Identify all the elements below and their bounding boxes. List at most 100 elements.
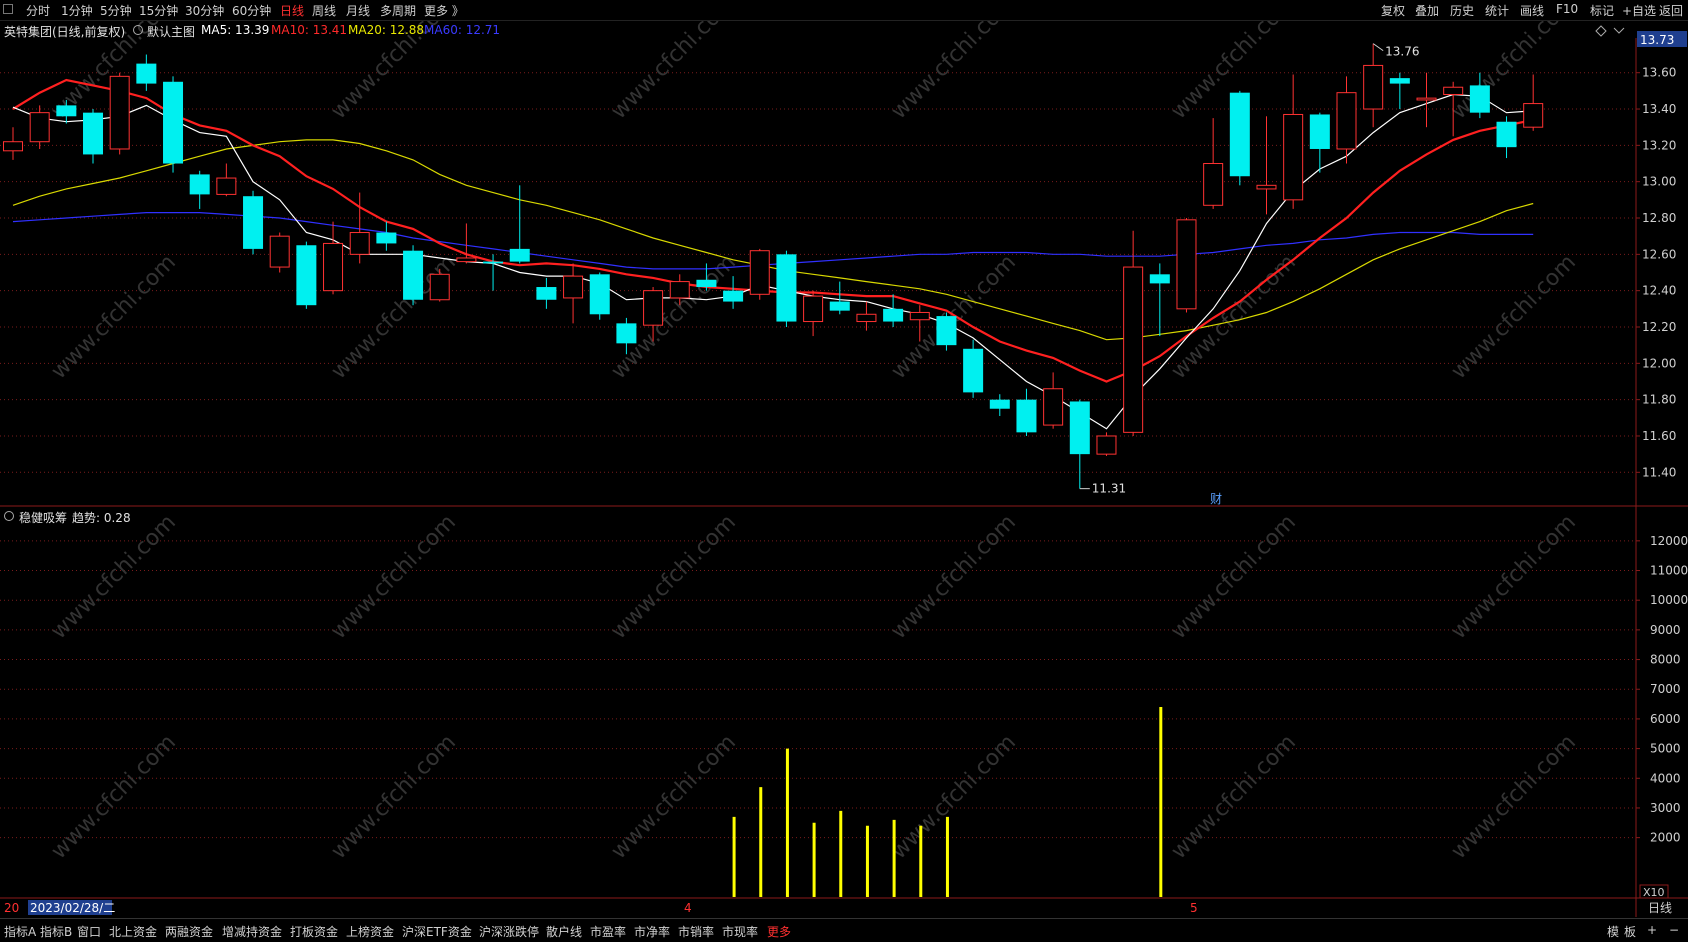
candle-body-down[interactable] <box>1149 274 1170 284</box>
overlay-button[interactable]: 叠加 <box>1415 2 1439 19</box>
tab-daily[interactable]: 日线 <box>280 2 304 19</box>
stats-button[interactable]: 统计 <box>1485 2 1509 19</box>
candle-body-up[interactable] <box>669 281 690 299</box>
candle-body-down[interactable] <box>1016 399 1037 433</box>
tab-window[interactable]: 窗口 <box>77 923 101 940</box>
draw-line-button[interactable]: 画线 <box>1520 2 1544 19</box>
main-indicator-name[interactable]: 默认主图 <box>147 23 195 40</box>
tab-pe[interactable]: 市盈率 <box>590 923 626 940</box>
candle-body-up[interactable] <box>563 275 584 299</box>
tab-multi-period[interactable]: 多周期 <box>380 2 416 19</box>
candle-body-up[interactable] <box>1416 97 1437 101</box>
candle-body-down[interactable] <box>776 254 797 322</box>
candle-body-down[interactable] <box>509 248 530 262</box>
tab-list-funds[interactable]: 上榜资金 <box>346 923 394 940</box>
candle-body-down[interactable] <box>1496 121 1517 148</box>
tab-monthly[interactable]: 月线 <box>346 2 370 19</box>
menu-icon[interactable] <box>3 4 13 14</box>
candle-body-up[interactable] <box>29 112 50 143</box>
f10-button[interactable]: F10 <box>1556 2 1578 16</box>
tab-northbound[interactable]: 北上资金 <box>109 923 157 940</box>
tab-pcf[interactable]: 市现率 <box>722 923 758 940</box>
candle-body-down[interactable] <box>376 232 397 244</box>
candle-body-down[interactable] <box>1389 78 1410 84</box>
indicator-dropdown-icon[interactable] <box>133 25 143 35</box>
tab-limit-up-funds[interactable]: 打板资金 <box>290 923 338 940</box>
candle-body-up[interactable] <box>456 257 477 263</box>
tab-retail-line[interactable]: 散户线 <box>546 923 582 940</box>
candle-body-up[interactable] <box>3 141 23 152</box>
tab-holdings-change[interactable]: 增减持资金 <box>222 923 282 940</box>
candle-body-up[interactable] <box>749 250 770 295</box>
candle-body-down[interactable] <box>616 323 637 344</box>
sub-indicator-name[interactable]: 稳健吸筹 <box>19 509 67 526</box>
history-button[interactable]: 历史 <box>1450 2 1474 19</box>
candle-body-up[interactable] <box>1336 92 1357 150</box>
tab-etf-funds[interactable]: 沪深ETF资金 <box>402 923 472 940</box>
tab-5min[interactable]: 5分钟 <box>100 2 132 19</box>
tab-15min[interactable]: 15分钟 <box>139 2 178 19</box>
candle-body-up[interactable] <box>1123 266 1144 433</box>
candle-body-down[interactable] <box>163 81 184 164</box>
candle-body-up[interactable] <box>323 242 344 292</box>
candle-body-up[interactable] <box>1203 163 1224 206</box>
candle-body-down[interactable] <box>296 245 317 306</box>
candle-body-up[interactable] <box>1363 64 1384 110</box>
candle-body-down[interactable] <box>936 316 957 346</box>
candle-body-up[interactable] <box>269 235 290 268</box>
fuquan-button[interactable]: 复权 <box>1381 2 1405 19</box>
candle-body-up[interactable] <box>803 295 824 323</box>
tab-limit-stats[interactable]: 沪深涨跌停 <box>479 923 539 940</box>
zoom-in-button[interactable]: + <box>1647 923 1657 937</box>
candle-body-up[interactable] <box>216 177 237 195</box>
tab-fenshi[interactable]: 分时 <box>26 2 50 19</box>
sub-dropdown-icon[interactable] <box>4 511 14 521</box>
zoom-out-button[interactable]: − <box>1669 923 1679 937</box>
tab-more[interactable]: 更多 》 <box>424 2 464 19</box>
candle-body-up[interactable] <box>109 75 130 150</box>
candle-body-down[interactable] <box>1229 92 1250 177</box>
candle-body-down[interactable] <box>829 301 850 311</box>
candle-body-down[interactable] <box>989 399 1010 409</box>
candle-body-up[interactable] <box>1043 388 1064 426</box>
candle-body-up[interactable] <box>1176 219 1197 310</box>
candle-body-down[interactable] <box>243 196 264 249</box>
kline-chart[interactable]: 13.60 13.40 13.20 13.00 12.80 12.60 12.40 12.20… <box>0 0 1688 941</box>
candle-body-down[interactable] <box>723 290 744 302</box>
tab-pb[interactable]: 市净率 <box>634 923 670 940</box>
tab-zhibiao-b[interactable]: 指标B <box>40 923 72 940</box>
candle-body-down[interactable] <box>963 348 984 393</box>
candle-body-down[interactable] <box>483 261 504 264</box>
candle-body-down[interactable] <box>56 105 77 117</box>
tab-ps[interactable]: 市销率 <box>678 923 714 940</box>
candle-body-up[interactable] <box>1523 103 1544 128</box>
candle-body-down[interactable] <box>403 250 424 300</box>
tab-60min[interactable]: 60分钟 <box>232 2 271 19</box>
candle-body-up[interactable] <box>1283 113 1304 201</box>
candle-body-down[interactable] <box>136 63 157 84</box>
candle-body-up[interactable] <box>1256 184 1277 190</box>
candle-body-down[interactable] <box>1469 85 1490 113</box>
candle-body-down[interactable] <box>883 308 904 322</box>
candle-body-up[interactable] <box>856 313 877 323</box>
tab-more-indicators[interactable]: 更多 <box>767 923 791 940</box>
tab-1min[interactable]: 1分钟 <box>61 2 93 19</box>
candle-body-down[interactable] <box>83 112 104 155</box>
candle-body-up[interactable] <box>1096 435 1117 455</box>
board-label[interactable]: 板 <box>1624 923 1636 940</box>
candle-body-down[interactable] <box>1309 114 1330 149</box>
candle-body-down[interactable] <box>536 287 557 300</box>
tab-weekly[interactable]: 周线 <box>312 2 336 19</box>
candle-body-up[interactable] <box>429 273 450 301</box>
candle-body-down[interactable] <box>1069 401 1090 455</box>
tab-zhibiao-a[interactable]: 指标A <box>4 923 36 940</box>
candle-body-down[interactable] <box>189 174 210 195</box>
candle-body-up[interactable] <box>1443 86 1464 95</box>
back-button[interactable]: 返回 <box>1659 2 1683 19</box>
template-label[interactable]: 模 <box>1607 923 1619 940</box>
candle-body-down[interactable] <box>696 279 717 288</box>
candle-body-up[interactable] <box>643 290 664 326</box>
candle-body-up[interactable] <box>909 311 930 321</box>
candle-body-up[interactable] <box>349 232 370 255</box>
mark-button[interactable]: 标记 <box>1590 2 1614 19</box>
